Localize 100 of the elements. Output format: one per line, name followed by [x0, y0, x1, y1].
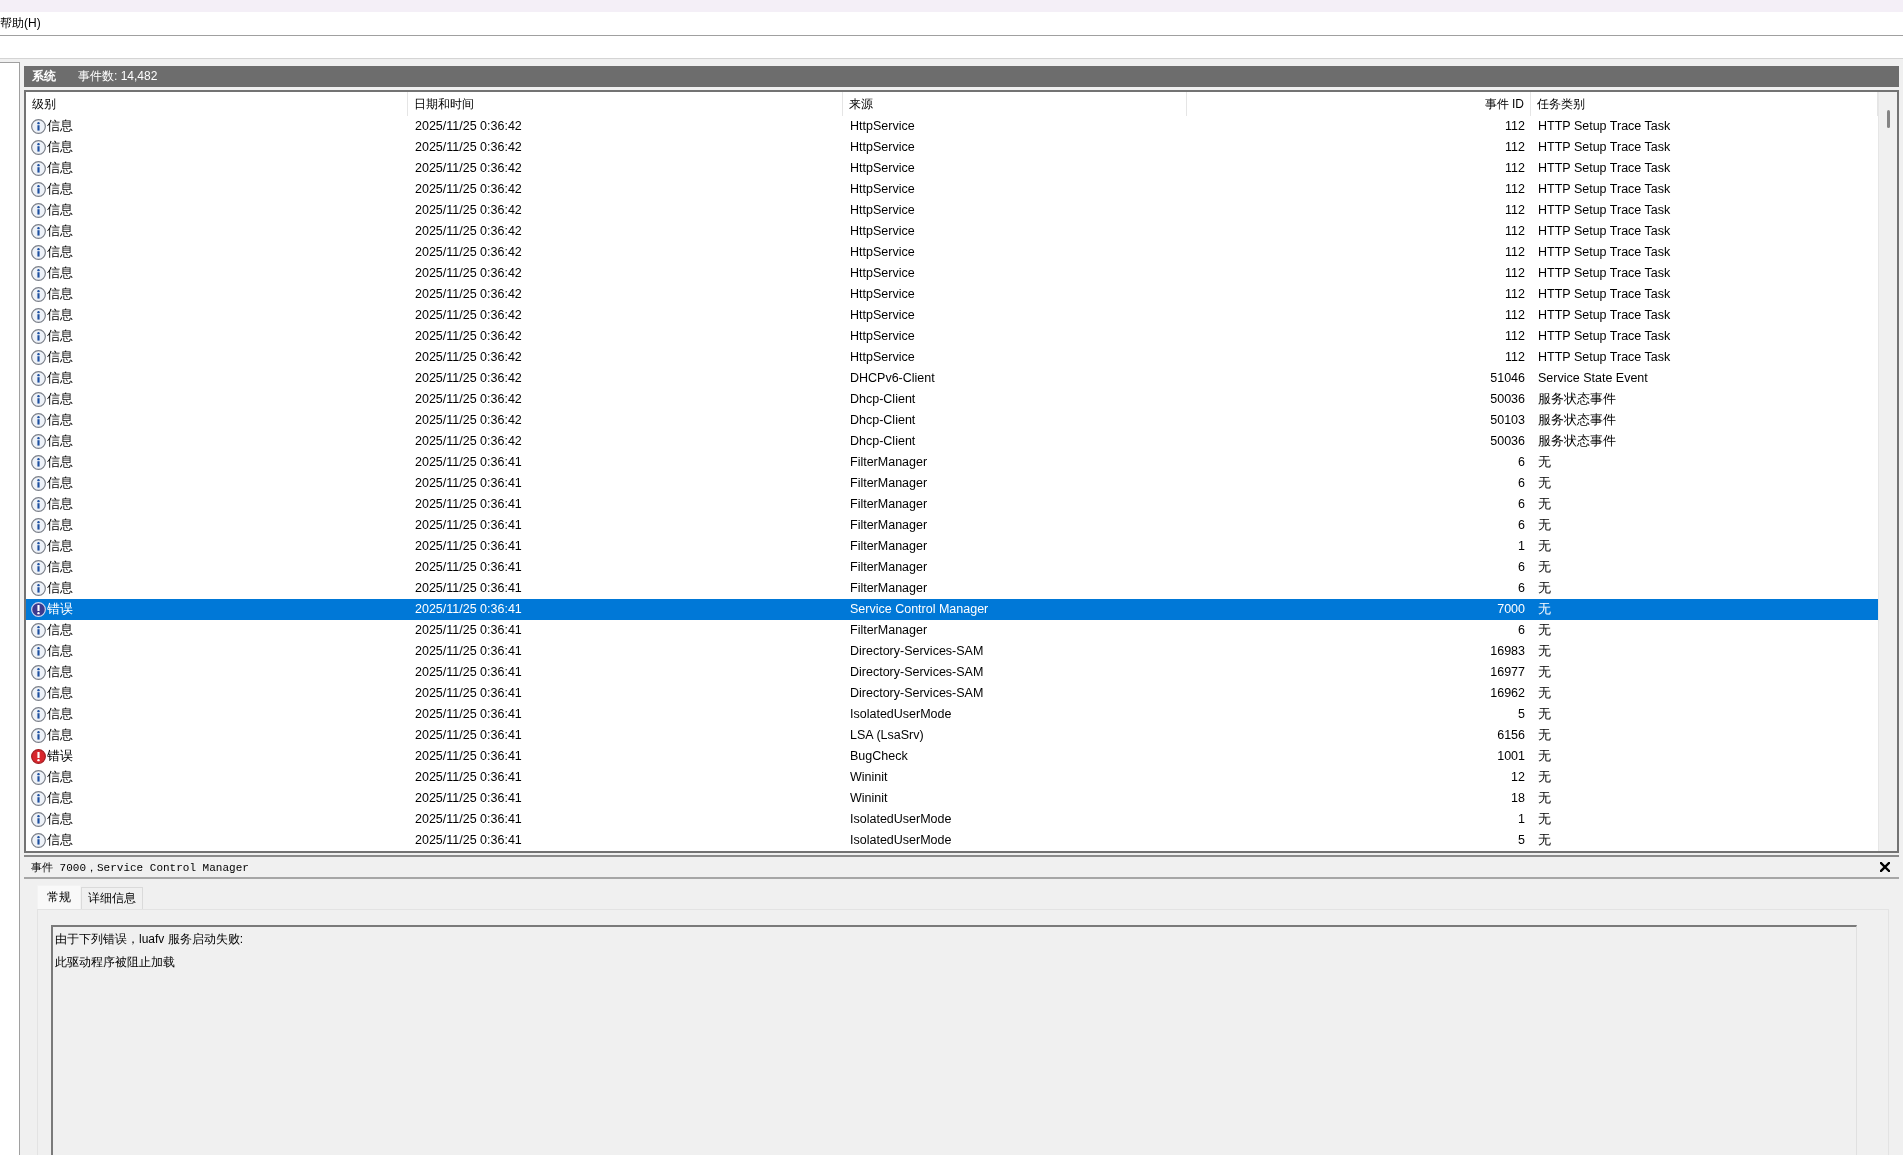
table-cell-text: 服务状态事件 [1537, 391, 1617, 408]
table-row[interactable]: 信息 2025/11/25 0:36:41 IsolatedUserMode 5 无 [26, 830, 1878, 851]
scrollbar-thumb[interactable] [1886, 110, 1890, 128]
table-cell-text: 服务状态事件 [1537, 433, 1617, 450]
table-row[interactable]: 信息 2025/11/25 0:36:41 Wininit 18 无 [26, 788, 1878, 809]
table-row[interactable]: 信息 2025/11/25 0:36:41 Directory-Services-SAM 16983 无 [26, 641, 1878, 662]
table-row[interactable]: 信息 2025/11/25 0:36:41 Wininit 12 无 [26, 767, 1878, 788]
table-cell-text: 无 [1537, 685, 1552, 702]
info-icon [31, 140, 46, 155]
table-cell-text: 2025/11/25 0:36:41 [414, 790, 523, 807]
table-cell-text: 112 [1504, 139, 1526, 156]
table-cell-text: 2025/11/25 0:36:41 [414, 832, 523, 849]
table-row[interactable]: 信息 2025/11/25 0:36:42 HttpService 112 HTTP Setup Trace Task [26, 326, 1878, 347]
info-icon [31, 203, 46, 218]
table-cell-text: HttpService [849, 328, 916, 345]
table-cell-text: 2025/11/25 0:36:42 [414, 118, 523, 135]
table-cell-text: 无 [1537, 538, 1552, 555]
table-cell-text: HttpService [849, 202, 916, 219]
table-row[interactable]: 信息 2025/11/25 0:36:42 HttpService 112 HTTP Setup Trace Task [26, 242, 1878, 263]
table-row[interactable]: 错误 2025/11/25 0:36:41 BugCheck 1001 无 [26, 746, 1878, 767]
table-cell-text: Wininit [849, 769, 889, 786]
details-title: 事件 7000，Service Control Manager [31, 860, 249, 875]
table-row[interactable]: 信息 2025/11/25 0:36:41 FilterManager 6 无 [26, 494, 1878, 515]
table-cell-text: 无 [1537, 769, 1552, 786]
table-cell-text: 信息 [47, 517, 73, 534]
table-row[interactable]: 错误 2025/11/25 0:36:41 Service Control Manager 7000 无 [26, 599, 1878, 620]
table-cell-text: 信息 [47, 391, 73, 408]
table-cell-text: 错误 [47, 748, 73, 765]
table-cell-text: 2025/11/25 0:36:42 [414, 181, 523, 198]
table-row[interactable]: 信息 2025/11/25 0:36:42 HttpService 112 HTTP Setup Trace Task [26, 137, 1878, 158]
table-cell-text: 112 [1504, 265, 1526, 282]
table-row[interactable]: 信息 2025/11/25 0:36:42 Dhcp-Client 50036 服务状态事件 [26, 431, 1878, 452]
table-row[interactable]: 信息 2025/11/25 0:36:42 HttpService 112 HTTP Setup Trace Task [26, 179, 1878, 200]
table-cell-text: 信息 [47, 685, 73, 702]
table-row[interactable]: 信息 2025/11/25 0:36:42 DHCPv6-Client 51046 Service State Event [26, 368, 1878, 389]
table-row[interactable]: 信息 2025/11/25 0:36:41 Directory-Services-SAM 16977 无 [26, 662, 1878, 683]
table-cell-text: HTTP Setup Trace Task [1537, 223, 1672, 240]
table-cell-text: 50036 [1489, 433, 1526, 450]
info-icon [31, 224, 46, 239]
table-cell-text: 6 [1517, 559, 1526, 576]
table-cell-text: 112 [1504, 307, 1526, 324]
scrollbar[interactable] [1878, 92, 1897, 851]
table-cell-text: 无 [1537, 748, 1552, 765]
table-row[interactable]: 信息 2025/11/25 0:36:41 FilterManager 6 无 [26, 515, 1878, 536]
table-cell-text: Dhcp-Client [849, 391, 917, 408]
table-cell-text: 信息 [47, 139, 73, 156]
table-cell-text: 无 [1537, 454, 1552, 471]
table-row[interactable]: 信息 2025/11/25 0:36:42 HttpService 112 HTTP Setup Trace Task [26, 116, 1878, 137]
info-icon [31, 308, 46, 323]
table-cell-text: HTTP Setup Trace Task [1537, 202, 1672, 219]
table-cell-text: 无 [1537, 832, 1552, 849]
table-row[interactable]: 信息 2025/11/25 0:36:42 HttpService 112 HTTP Setup Trace Task [26, 284, 1878, 305]
table-row[interactable]: 信息 2025/11/25 0:36:41 FilterManager 1 无 [26, 536, 1878, 557]
table-cell-text: 信息 [47, 496, 73, 513]
table-row[interactable]: 信息 2025/11/25 0:36:41 LSA (LsaSrv) 6156 无 [26, 725, 1878, 746]
table-cell-text: HttpService [849, 118, 916, 135]
table-row[interactable]: 信息 2025/11/25 0:36:42 Dhcp-Client 50036 服务状态事件 [26, 389, 1878, 410]
table-cell-text: 16983 [1489, 643, 1526, 660]
description-field[interactable]: 由于下列错误，luafv 服务启动失败: 此驱动程序被阻止加载 [51, 925, 1857, 1155]
table-cell-text: 无 [1537, 622, 1552, 639]
table-row[interactable]: 信息 2025/11/25 0:36:42 HttpService 112 HTTP Setup Trace Task [26, 263, 1878, 284]
table-cell-text: 信息 [47, 202, 73, 219]
table-cell-text: 2025/11/25 0:36:41 [414, 664, 523, 681]
table-row[interactable]: 信息 2025/11/25 0:36:41 FilterManager 6 无 [26, 452, 1878, 473]
table-row[interactable]: 信息 2025/11/25 0:36:42 HttpService 112 HTTP Setup Trace Task [26, 200, 1878, 221]
table-cell-text: 2025/11/25 0:36:41 [414, 769, 523, 786]
tab[interactable]: 详细信息 [81, 887, 143, 909]
table-cell-text: 2025/11/25 0:36:41 [414, 748, 523, 765]
table-cell-text: 信息 [47, 160, 73, 177]
table-row[interactable]: 信息 2025/11/25 0:36:41 Directory-Services-SAM 16962 无 [26, 683, 1878, 704]
table-row[interactable]: 信息 2025/11/25 0:36:41 FilterManager 6 无 [26, 620, 1878, 641]
table-cell-text: 2025/11/25 0:36:42 [414, 433, 523, 450]
tab[interactable]: 常规 [37, 885, 81, 909]
table-row[interactable]: 信息 2025/11/25 0:36:42 HttpService 112 HTTP Setup Trace Task [26, 347, 1878, 368]
table-cell-text: FilterManager [849, 538, 929, 555]
table-cell-text: 无 [1537, 727, 1552, 744]
table-cell-text: 2025/11/25 0:36:42 [414, 328, 523, 345]
table-cell-text: DHCPv6-Client [849, 370, 936, 387]
table-row[interactable]: 信息 2025/11/25 0:36:41 FilterManager 6 无 [26, 578, 1878, 599]
menu-item[interactable]: 帮助(H) [0, 12, 47, 35]
table-cell-text: 信息 [47, 643, 73, 660]
table-cell-text: 信息 [47, 412, 73, 429]
table-cell-text: 112 [1504, 244, 1526, 261]
table-cell-text: FilterManager [849, 580, 929, 597]
table-row[interactable]: 信息 2025/11/25 0:36:42 Dhcp-Client 50103 服务状态事件 [26, 410, 1878, 431]
table-row[interactable]: 信息 2025/11/25 0:36:41 IsolatedUserMode 5 无 [26, 704, 1878, 725]
table-cell-text: 1 [1517, 811, 1526, 828]
table-row[interactable]: 信息 2025/11/25 0:36:42 HttpService 112 HTTP Setup Trace Task [26, 305, 1878, 326]
table-row[interactable]: 信息 2025/11/25 0:36:41 FilterManager 6 无 [26, 473, 1878, 494]
table-row[interactable]: 信息 2025/11/25 0:36:41 FilterManager 6 无 [26, 557, 1878, 578]
table-row[interactable]: 信息 2025/11/25 0:36:41 IsolatedUserMode 1 无 [26, 809, 1878, 830]
info-icon [31, 833, 46, 848]
close-icon[interactable] [1880, 862, 1890, 872]
table-row[interactable]: 信息 2025/11/25 0:36:42 HttpService 112 HTTP Setup Trace Task [26, 158, 1878, 179]
table-cell-text: Service State Event [1537, 370, 1649, 387]
table-cell-text: 无 [1537, 664, 1552, 681]
table-cell-text: 112 [1504, 181, 1526, 198]
table-cell-text: 51046 [1489, 370, 1526, 387]
table-cell-text: 信息 [47, 580, 73, 597]
table-row[interactable]: 信息 2025/11/25 0:36:42 HttpService 112 HTTP Setup Trace Task [26, 221, 1878, 242]
